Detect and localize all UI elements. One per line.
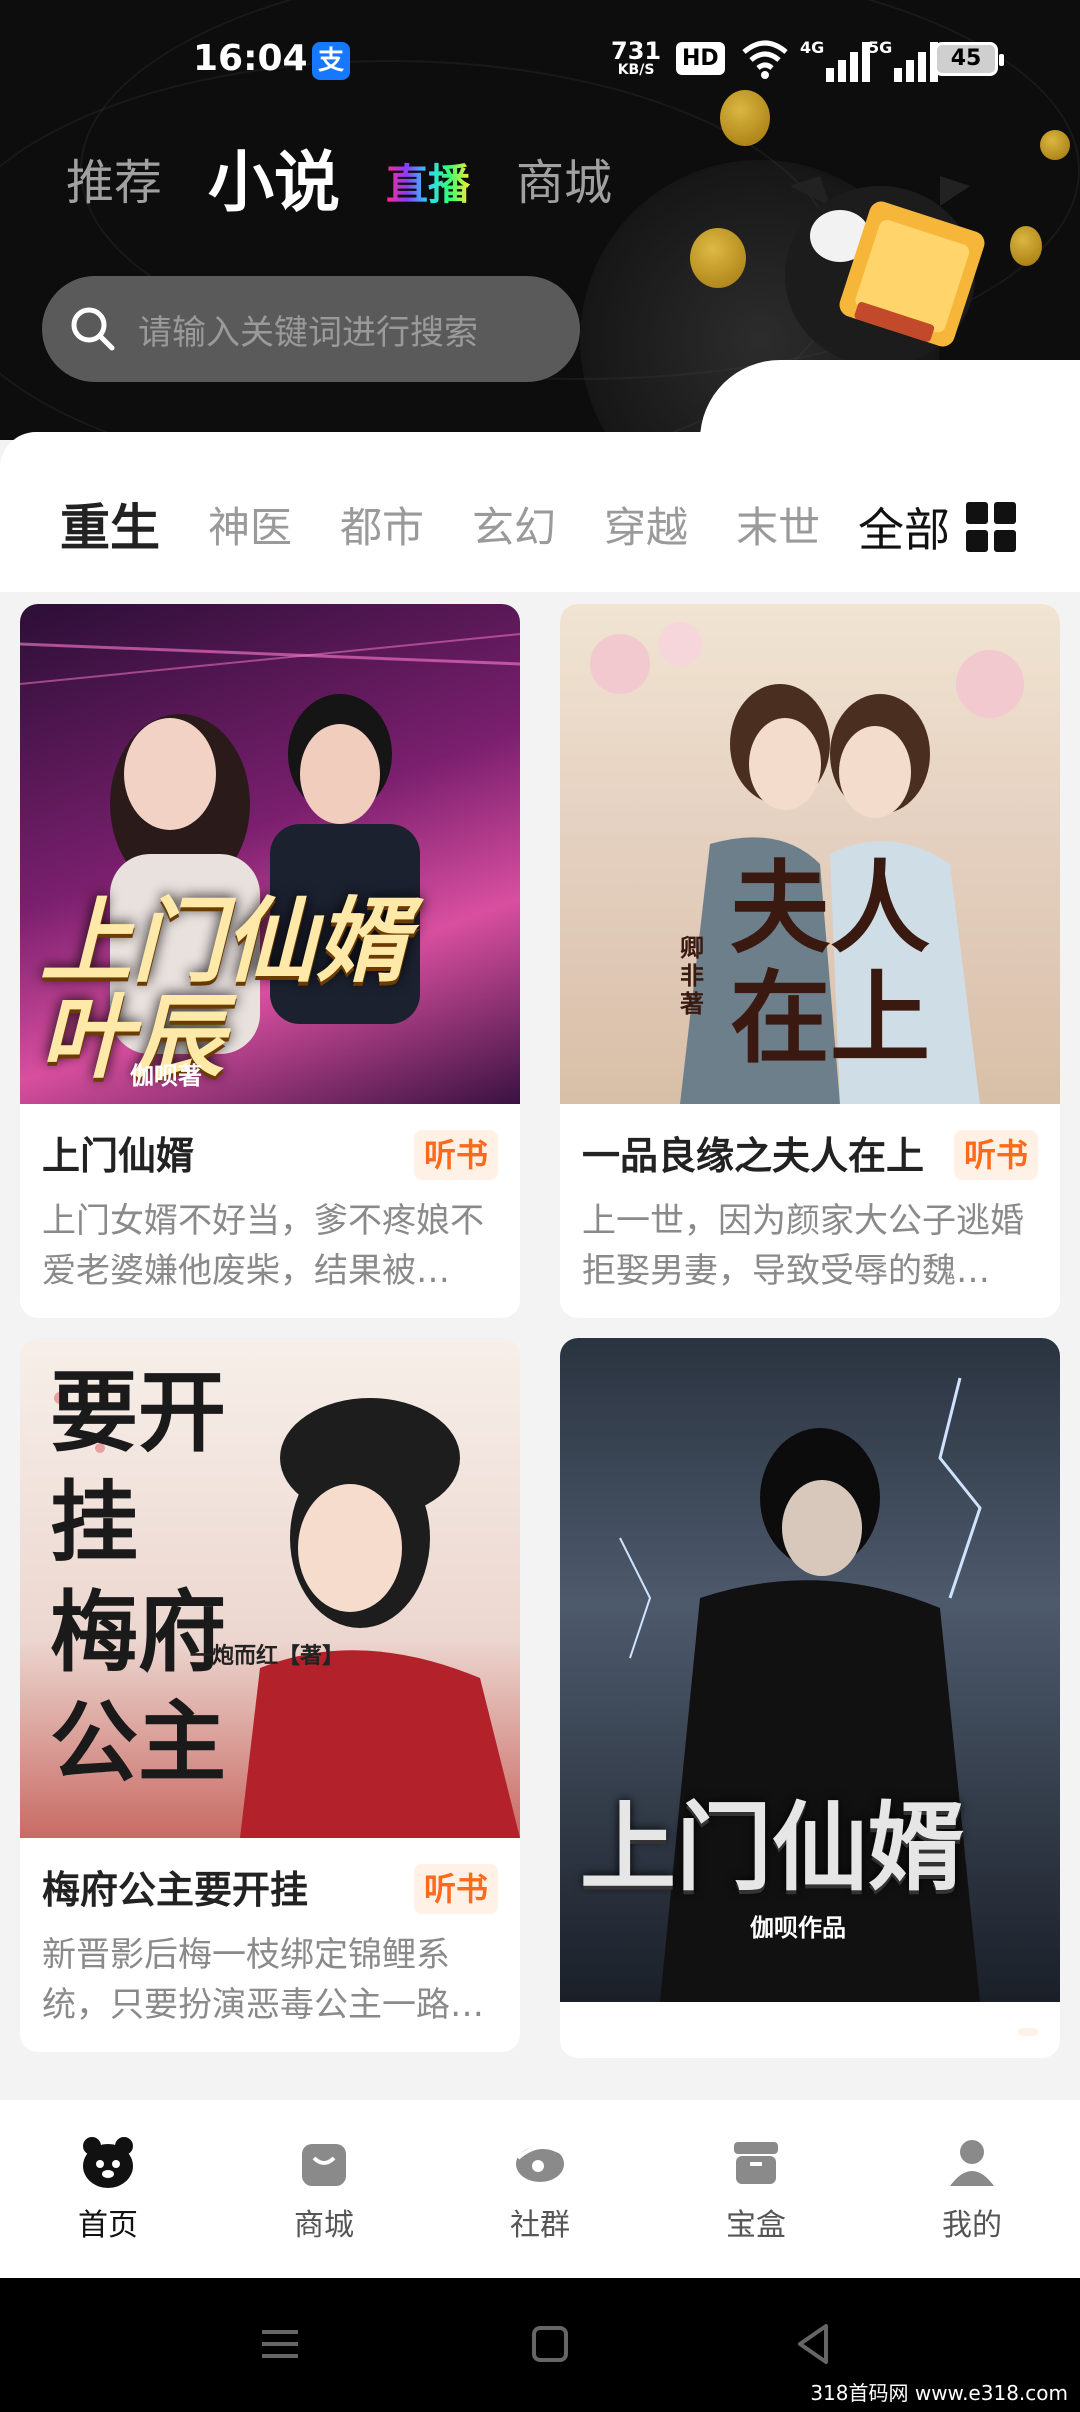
listen-badge[interactable]: 听书 (413, 1130, 498, 1180)
back-icon[interactable] (784, 2314, 844, 2374)
nav-home-label: 首页 (78, 2208, 138, 2243)
book-description: 上门女婿不好当，爹不疼娘不爱老婆嫌他废柴，结果被… (42, 1201, 484, 1291)
net-speed-value: 731 (611, 37, 662, 65)
net-speed-unit: KB/S (617, 62, 655, 78)
book-title: 一品良缘之夫人在上 (582, 1134, 925, 1178)
book-title: 上门仙婿 (42, 1134, 195, 1178)
system-nav-bar: 318首码网 www.e318.com (0, 2278, 1080, 2412)
status-bar: 16:04 支 731 KB/S HD 4G 5G 45 (0, 0, 1080, 120)
cover-author: 卿非著 (680, 934, 704, 1018)
book-card[interactable]: 夫人在上 卿非著 一品良缘之夫人在上 听书 上一世，因为颜家大公子逃婚拒娶男妻，… (560, 604, 1060, 1318)
search-icon (71, 307, 115, 351)
book-cover: 上门仙婿 叶辰 伽呗著 (20, 604, 520, 1104)
watermark: 318首码网 www.e318.com (804, 2375, 1074, 2408)
book-cover: 要开挂 梅府公主 一炮而红【著】 (20, 1338, 520, 1838)
cover-title: 上门仙婿 (580, 1792, 964, 1904)
category-rebirth[interactable]: 重生 (60, 488, 160, 560)
book-card[interactable]: 要开挂 梅府公主 一炮而红【著】 梅府公主要开挂 听书 新晋影后梅一枝绑定锦鲤系… (20, 1338, 520, 2052)
signal-5g-label: 5G (868, 38, 893, 57)
menu-icon[interactable] (250, 2314, 310, 2374)
tab-recommend[interactable]: 推荐 (66, 148, 162, 218)
cover-title: 上门仙婿 叶辰 (40, 888, 409, 1091)
listen-badge[interactable] (1018, 2028, 1038, 2036)
book-column-left: 上门仙婿 叶辰 伽呗著 上门仙婿 听书 上门女婿不好当，爹不疼娘不爱老婆嫌他废柴… (20, 604, 520, 2072)
nav-box[interactable]: 宝盒 (666, 2134, 846, 2244)
cover-author: 伽呗著 (130, 1062, 202, 1090)
coin-decoration (1040, 130, 1070, 160)
cover-author: 伽呗作品 (750, 1914, 846, 1942)
book-column-right: 夫人在上 卿非著 一品良缘之夫人在上 听书 上一世，因为颜家大公子逃婚拒娶男妻，… (560, 604, 1060, 2078)
cover-author: 一炮而红【著】 (190, 1644, 345, 1669)
tab-live[interactable]: 直播 (386, 152, 470, 218)
category-time-travel[interactable]: 穿越 (604, 494, 688, 555)
book-description: 上一世，因为颜家大公子逃婚拒娶男妻，导致受辱的魏… (582, 1201, 1024, 1291)
signal-4g-label: 4G (800, 38, 825, 57)
search-bar[interactable]: 请输入关键词进行搜索 (42, 276, 580, 382)
hd-badge: HD (676, 42, 725, 75)
tab-mall[interactable]: 商城 (516, 148, 612, 218)
all-categories-label: 全部 (858, 503, 950, 557)
book-card[interactable]: 上门仙婿 叶辰 伽呗著 上门仙婿 听书 上门女婿不好当，爹不疼娘不爱老婆嫌他废柴… (20, 604, 520, 1318)
net-speed: 731 KB/S (611, 37, 662, 78)
home-button-icon[interactable] (520, 2314, 580, 2374)
listen-badge[interactable]: 听书 (413, 1864, 498, 1914)
bottom-nav: 首页 商城 社群 宝盒 我的 (0, 2100, 1080, 2278)
category-fantasy[interactable]: 玄幻 (472, 494, 556, 555)
nav-home[interactable]: 首页 (18, 2134, 198, 2244)
community-icon (516, 2145, 566, 2182)
shopping-bag-icon (302, 2144, 346, 2186)
curve-decoration (700, 360, 1080, 470)
battery-icon: 45 (934, 42, 1004, 76)
all-categories-button[interactable]: 全部 (858, 494, 1016, 560)
book-cover: 夫人在上 卿非著 (560, 604, 1060, 1104)
book-card[interactable]: 上门仙婿 伽呗作品 (560, 1338, 1060, 2058)
nav-box-label: 宝盒 (726, 2208, 786, 2243)
bear-home-icon (83, 2137, 133, 2188)
profile-icon (950, 2140, 994, 2186)
nav-community[interactable]: 社群 (450, 2134, 630, 2244)
category-tabs: 重生 神医 都市 玄幻 穿越 末世 (60, 488, 868, 560)
nav-profile-label: 我的 (942, 2208, 1002, 2243)
book-cover: 上门仙婿 伽呗作品 (560, 1338, 1060, 2002)
top-tabs: 推荐 小说 直播 商城 (66, 148, 658, 218)
nav-community-label: 社群 (510, 2208, 570, 2243)
category-urban[interactable]: 都市 (340, 494, 424, 555)
cover-title: 要开挂 梅府公主 (50, 1361, 227, 1794)
nav-mall-label: 商城 (294, 2208, 354, 2243)
category-apocalypse[interactable]: 末世 (736, 494, 820, 555)
category-doctor[interactable]: 神医 (208, 494, 292, 555)
coin-decoration (690, 228, 746, 288)
treasure-box-icon (734, 2142, 778, 2184)
status-time: 16:04 (193, 38, 308, 79)
book-title: 梅府公主要开挂 (42, 1868, 309, 1912)
listen-badge[interactable]: 听书 (953, 1130, 1038, 1180)
alipay-icon: 支 (312, 42, 350, 80)
grid-icon (966, 502, 1016, 552)
bear-mascot-icon (785, 176, 985, 366)
wifi-icon (742, 40, 788, 79)
cover-title: 夫人在上 (730, 850, 930, 1077)
coin-decoration (1010, 226, 1042, 266)
nav-profile[interactable]: 我的 (882, 2134, 1062, 2244)
signal-5g-icon: 5G (868, 38, 938, 82)
nav-mall[interactable]: 商城 (234, 2134, 414, 2244)
signal-4g-icon: 4G (800, 38, 870, 82)
search-placeholder: 请输入关键词进行搜索 (138, 312, 478, 353)
book-description: 新晋影后梅一枝绑定锦鲤系统，只要扮演恶毒公主一路… (42, 1935, 484, 2025)
tab-novel[interactable]: 小说 (208, 148, 340, 218)
